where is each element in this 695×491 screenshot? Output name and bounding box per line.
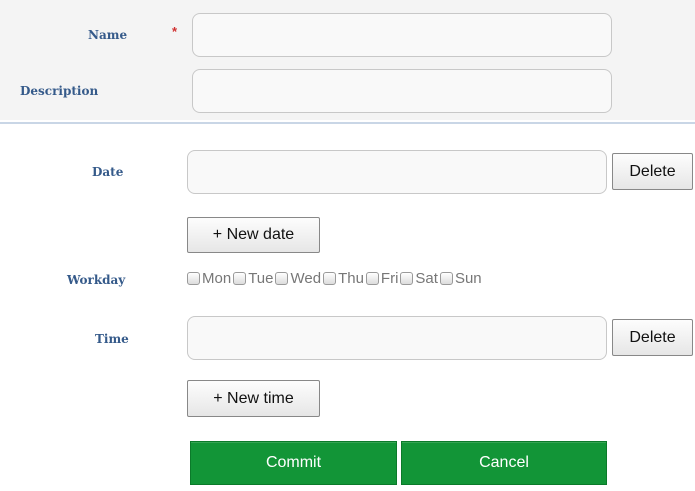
workday-sun[interactable]: Sun (439, 270, 482, 287)
name-input[interactable] (193, 14, 611, 56)
checkbox[interactable] (365, 272, 379, 285)
schedule-form: Name * Description Date Delete + New dat… (0, 0, 695, 491)
day-label: Sat (415, 270, 438, 287)
date-input[interactable] (188, 151, 606, 193)
checkbox[interactable] (439, 272, 453, 285)
day-label: Wed (290, 270, 322, 287)
delete-time-button[interactable]: Delete (612, 319, 693, 356)
workday-label: Workday (67, 273, 126, 287)
checkbox[interactable] (400, 272, 414, 285)
workday-thu[interactable]: Thu (323, 270, 364, 287)
commit-button[interactable]: Commit (190, 441, 397, 485)
workday-wed[interactable]: Wed (275, 270, 321, 287)
new-time-button[interactable]: + New time (187, 380, 320, 417)
day-label: Thu (338, 270, 364, 287)
date-label: Date (92, 165, 124, 179)
delete-date-button[interactable]: Delete (612, 153, 693, 190)
checkbox[interactable] (323, 272, 337, 285)
workday-sat[interactable]: Sat (400, 270, 438, 287)
date-field-wrapper (187, 150, 607, 194)
description-input[interactable] (193, 70, 611, 112)
workday-checkbox-group: Mon Tue Wed Thu Fri Sat Sun (187, 270, 484, 287)
workday-mon[interactable]: Mon (187, 270, 231, 287)
workday-fri[interactable]: Fri (365, 270, 399, 287)
description-label: Description (20, 84, 99, 98)
checkbox[interactable] (187, 272, 200, 285)
day-label: Tue (248, 270, 274, 287)
name-label: Name (88, 28, 128, 42)
time-label: Time (95, 332, 129, 346)
day-label: Fri (380, 270, 399, 287)
checkbox[interactable] (275, 272, 289, 285)
section-divider (0, 122, 695, 124)
name-field-wrapper (192, 13, 612, 57)
time-input[interactable] (188, 317, 606, 359)
checkbox[interactable] (233, 272, 247, 285)
cancel-button[interactable]: Cancel (401, 441, 607, 485)
new-date-button[interactable]: + New date (187, 217, 320, 253)
day-label: Sun (454, 270, 482, 287)
workday-tue[interactable]: Tue (233, 270, 273, 287)
day-label: Mon (202, 270, 232, 287)
time-field-wrapper (187, 316, 607, 360)
required-marker: * (172, 24, 178, 39)
description-field-wrapper (192, 69, 612, 113)
